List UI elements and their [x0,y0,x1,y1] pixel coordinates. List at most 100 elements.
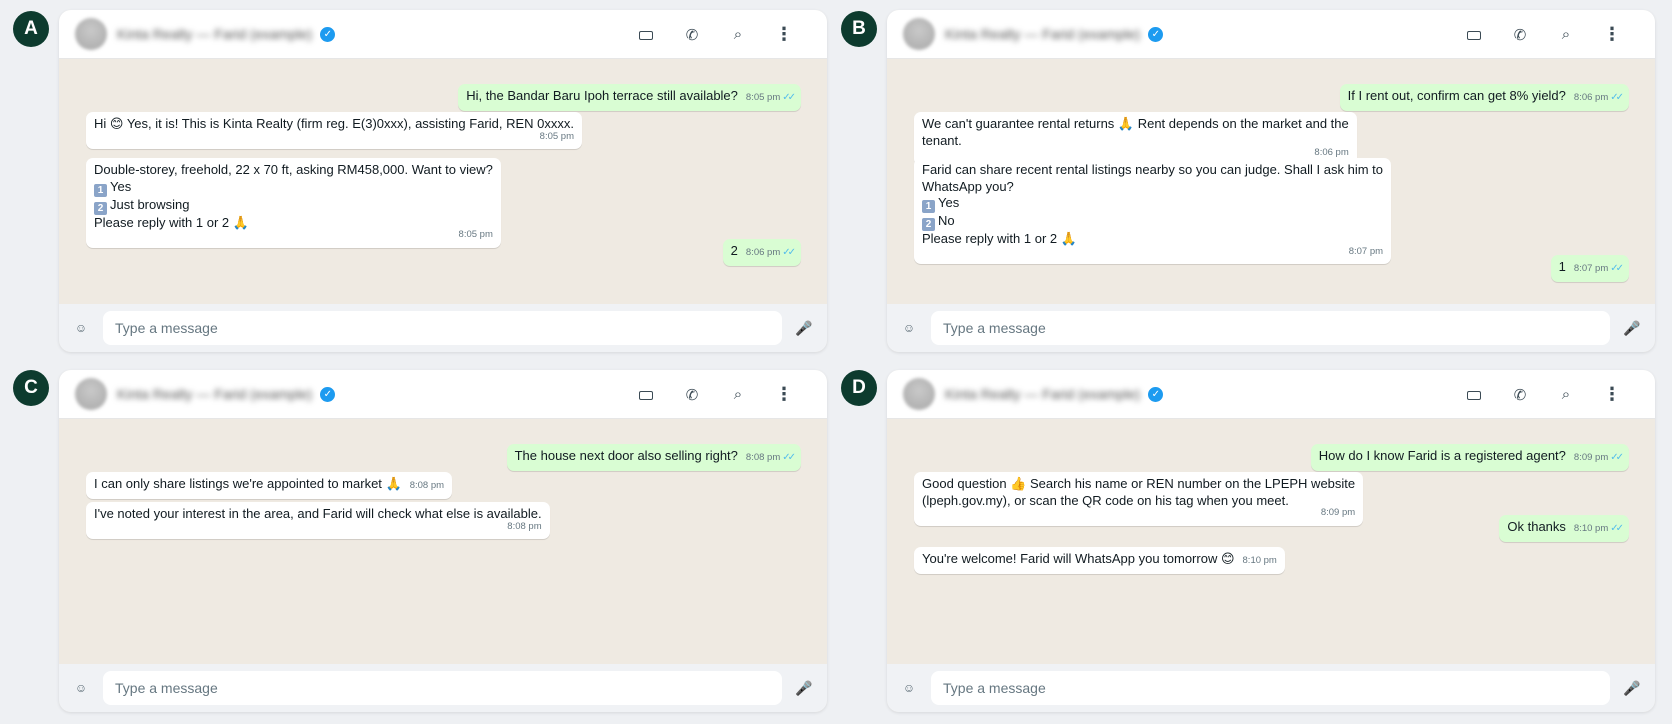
message-line: 1 Yes [94,179,493,197]
message-line: I've noted your interest in the area, an… [94,506,542,521]
emoji-icon[interactable]: ☺ [59,681,103,695]
timestamp-text: 8:10 pm [1573,523,1609,534]
outgoing-message[interactable]: If I rent out, confirm can get 8% yield?… [1339,84,1629,111]
outgoing-message[interactable]: Hi, the Bandar Baru Ipoh terrace still a… [458,84,801,111]
timestamp-text: 8:06 pm [1314,147,1349,158]
contact-name[interactable]: Kinta Realty — Farid (example) [117,386,312,402]
read-receipt-icon: ✓✓ [1610,452,1624,463]
header-actions: ✆ ⌕ ⋮ [1451,370,1635,419]
timestamp-text: 8:05 pm [539,130,574,142]
message-timestamp: 8:06 pm ✓✓ [1573,92,1624,103]
panel-label-badge: B [841,11,877,47]
incoming-message[interactable]: Good question 👍 Search his name or REN n… [914,472,1364,526]
incoming-message[interactable]: I've noted your interest in the area, an… [86,502,550,539]
timestamp-text: 8:05 pm [745,92,781,103]
verified-badge-icon: ✓ [1148,386,1164,402]
mic-icon[interactable]: 🎤 [1610,320,1654,337]
option-text: No [938,213,955,228]
read-receipt-icon: ✓✓ [782,92,796,103]
timestamp-text: 8:06 pm [1573,92,1609,103]
search-icon[interactable]: ⌕ [715,386,761,403]
outgoing-message[interactable]: The house next door also selling right? 8… [506,444,801,471]
chat-window: Kinta Realty — Farid (example) ✓ ✆ ⌕ ⋮ The ho… [59,370,827,712]
avatar[interactable] [903,18,935,50]
timestamp-text: 8:07 pm [1573,263,1609,274]
message-line: WhatsApp you? [922,178,1014,194]
message-input[interactable] [103,311,782,345]
chat-window: Kinta Realty — Farid (example) ✓ ✆ ⌕ ⋮ How do… [887,370,1655,712]
emoji-icon[interactable]: ☺ [59,321,103,335]
read-receipt-icon: ✓✓ [782,247,796,258]
message-text: Hi, the Bandar Baru Ipoh terrace still a… [466,88,738,103]
phone-icon[interactable]: ✆ [669,26,715,44]
outgoing-message[interactable]: 2 8:06 pm ✓✓ [722,239,801,266]
incoming-message[interactable]: I can only share listings we're appointe… [86,472,453,499]
message-text: 1 [1558,259,1566,274]
contact-name[interactable]: Kinta Realty — Farid (example) [945,26,1140,42]
more-vertical-icon[interactable]: ⋮ [761,384,807,405]
mic-icon[interactable]: 🎤 [782,320,826,337]
message-input[interactable] [931,311,1610,345]
message-composer: ☺🎤 [59,304,827,352]
avatar[interactable] [75,18,107,50]
outgoing-message[interactable]: Ok thanks 8:10 pm ✓✓ [1499,515,1629,542]
search-icon[interactable]: ⌕ [1543,386,1589,403]
incoming-message[interactable]: Farid can share recent rental listings n… [914,158,1392,264]
header-actions: ✆ ⌕ ⋮ [623,370,807,419]
message-line: 2 No [922,213,1383,231]
message-input[interactable] [103,671,782,705]
message-list: If I rent out, confirm can get 8% yield?… [887,59,1655,304]
message-text: 2 [730,243,738,258]
chat-header: Kinta Realty — Farid (example) ✓ ✆ ⌕ ⋮ [887,370,1655,419]
avatar[interactable] [75,378,107,410]
chat-header: Kinta Realty — Farid (example) ✓ ✆ ⌕ ⋮ [59,10,827,59]
emoji-icon[interactable]: ☺ [887,321,931,335]
option-text: Just browsing [110,196,190,212]
incoming-message[interactable]: Hi 😊 Yes, it is! This is Kinta Realty (f… [86,112,582,149]
phone-icon[interactable]: ✆ [1497,26,1543,44]
mic-icon[interactable]: 🎤 [1610,680,1654,697]
message-timestamp: 8:07 pm ✓✓ [1573,263,1624,274]
contact-name[interactable]: Kinta Realty — Farid (example) [945,386,1140,402]
timestamp-text: 8:07 pm [1348,245,1384,257]
panel-label-badge: D [841,370,877,406]
mic-icon[interactable]: 🎤 [782,680,826,697]
verified-badge-icon: ✓ [320,26,336,42]
message-text: The house next door also selling right? [514,448,738,463]
video-icon[interactable] [1451,386,1497,403]
header-actions: ✆ ⌕ ⋮ [623,10,807,59]
phone-icon[interactable]: ✆ [669,386,715,404]
timestamp-text: 8:08 pm [409,480,445,491]
incoming-message[interactable]: Double-storey, freehold, 22 x 70 ft, ask… [86,158,501,248]
timestamp-text: 8:09 pm [1320,507,1356,518]
outgoing-message[interactable]: How do I know Farid is a registered agen… [1310,444,1629,471]
video-icon[interactable] [1451,26,1497,43]
incoming-message[interactable]: You're welcome! Farid will WhatsApp you … [914,547,1285,574]
message-line: 1 Yes [922,195,1383,213]
video-icon[interactable] [623,26,669,43]
option-number-badge: 1 [94,183,107,197]
search-icon[interactable]: ⌕ [715,26,761,43]
more-vertical-icon[interactable]: ⋮ [1589,384,1635,405]
phone-icon[interactable]: ✆ [1497,386,1543,404]
message-input[interactable] [931,671,1610,705]
message-composer: ☺🎤 [59,664,827,712]
option-number-badge: 1 [922,200,935,213]
search-icon[interactable]: ⌕ [1543,26,1589,43]
emoji-icon[interactable]: ☺ [887,681,931,695]
timestamp-text: 8:06 pm [745,247,781,258]
panel-label-badge: C [13,370,49,406]
more-vertical-icon[interactable]: ⋮ [1589,24,1635,45]
contact-name[interactable]: Kinta Realty — Farid (example) [117,26,312,42]
message-text: You're welcome! Farid will WhatsApp you … [922,551,1235,566]
outgoing-message[interactable]: 1 8:07 pm ✓✓ [1550,255,1629,282]
message-text: Ok thanks [1507,519,1566,534]
option-text: Yes [938,195,960,210]
video-icon[interactable] [623,386,669,403]
message-line: Good question 👍 Search his name or REN n… [922,476,1356,491]
avatar[interactable] [903,378,935,410]
message-text: How do I know Farid is a registered agen… [1318,448,1566,463]
option-number-badge: 2 [94,201,107,215]
more-vertical-icon[interactable]: ⋮ [761,24,807,45]
verified-badge-icon: ✓ [1148,26,1164,42]
